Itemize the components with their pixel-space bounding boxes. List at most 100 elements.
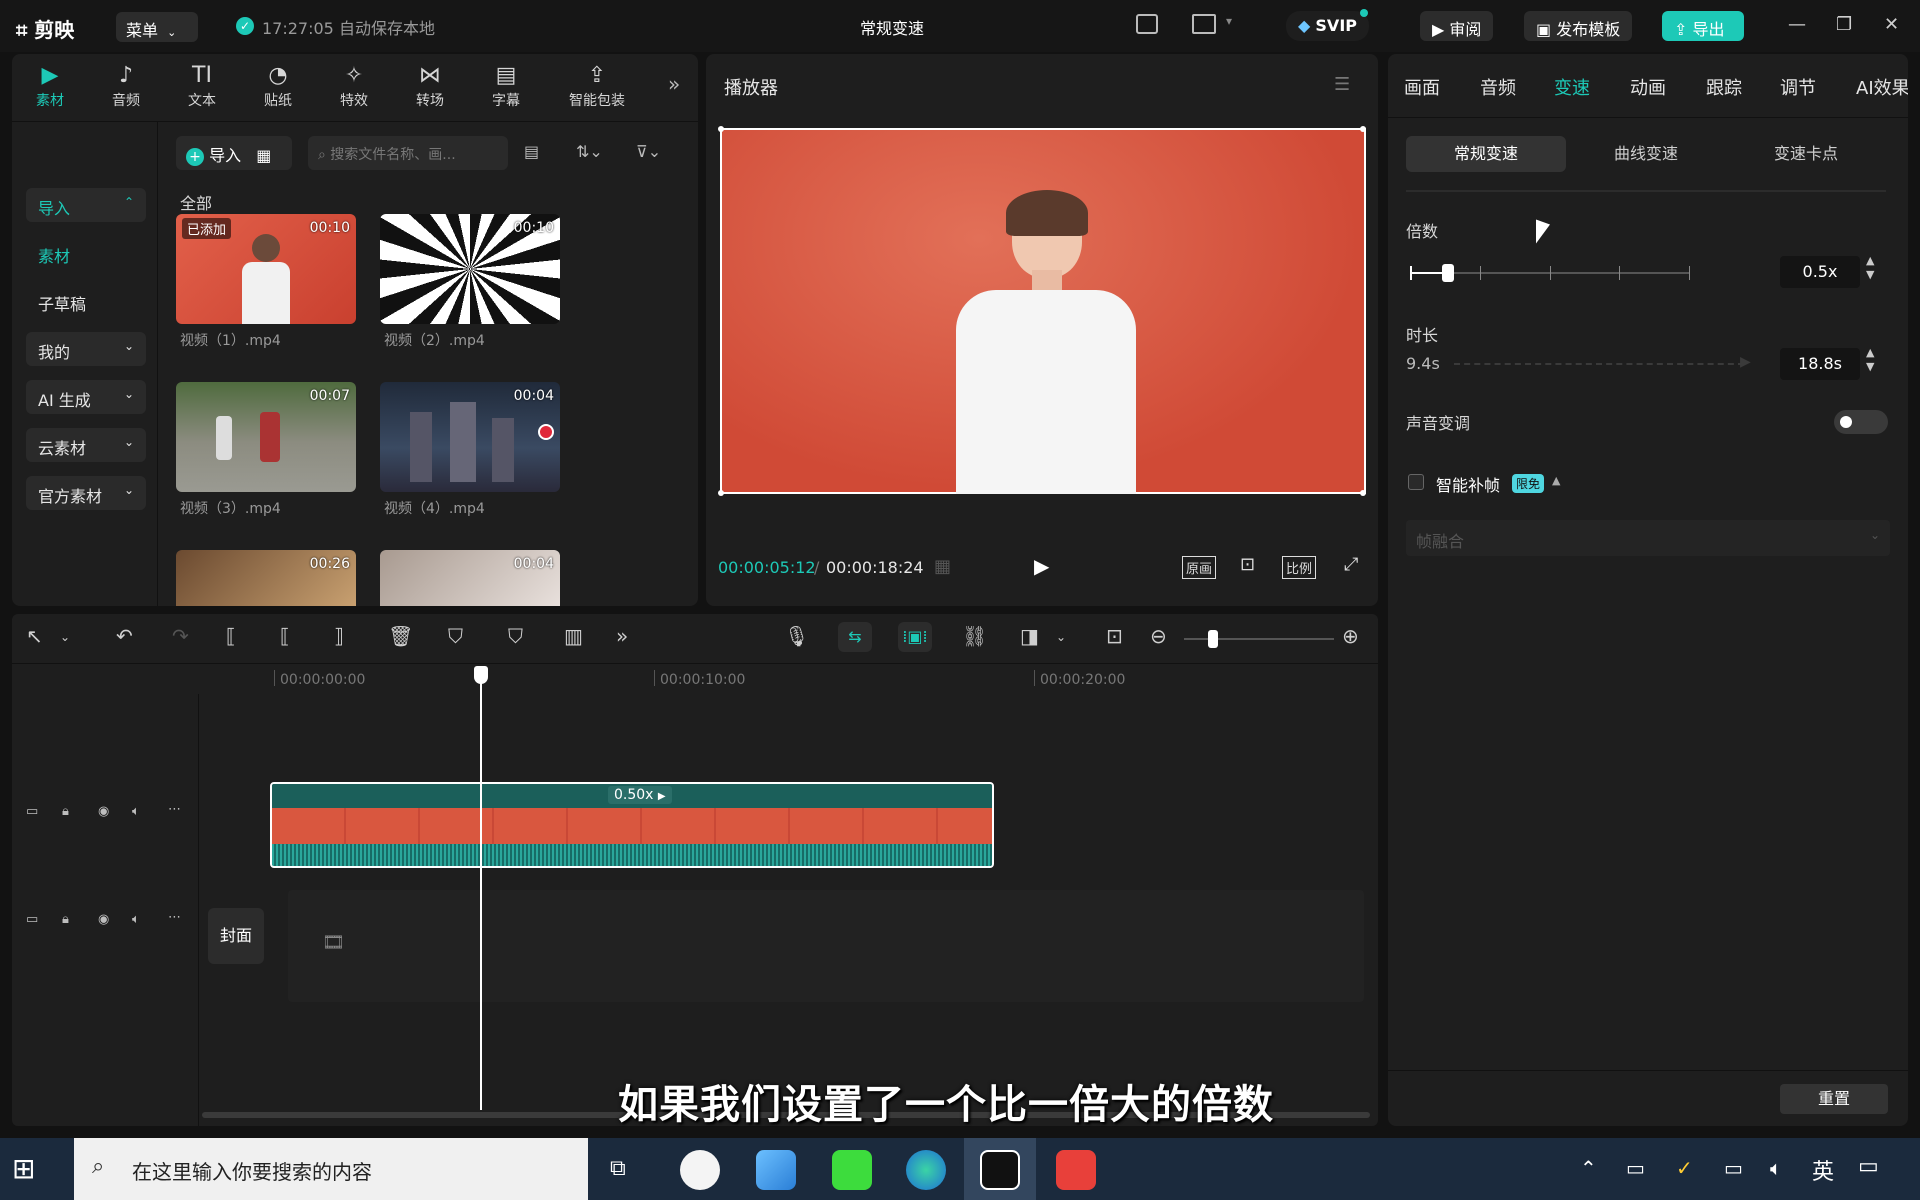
focus-icon[interactable]: ⊡ [1240,554,1255,575]
svip-button[interactable]: ◆ SVIP [1286,11,1369,41]
hamburger-menu-icon[interactable]: ☰ [1334,74,1350,95]
speaker-icon[interactable]: 🔈︎ [132,912,140,927]
app-icon-recorder[interactable] [1056,1150,1096,1190]
lock-icon[interactable]: 🔒︎ [62,804,69,819]
close-icon[interactable]: ✕ [1884,14,1899,35]
tab-normal-speed[interactable]: 常规变速 [1406,136,1566,172]
battery-icon[interactable]: ▭ [1724,1156,1743,1180]
app-icon-pycharm[interactable] [832,1150,872,1190]
app-icon-files[interactable] [756,1150,796,1190]
tab-tracking[interactable]: 跟踪 [1706,74,1742,100]
tab-smart-pack[interactable]: ⇪ 智能包装 [552,62,642,116]
stepper-icon[interactable]: ▲ ▼ [1866,254,1874,282]
tab-effects[interactable]: ✧ 特效 [324,62,384,116]
smart-frame-checkbox[interactable] [1408,474,1424,490]
split-right-icon[interactable]: ⟧ [334,624,344,648]
delete-icon[interactable]: 🗑 [388,624,413,648]
auto-align-icon[interactable]: ⁞▣⁞ [898,622,932,652]
play-icon[interactable]: ▶ [1034,554,1049,578]
network-icon[interactable]: ▭ [1626,1156,1645,1180]
multiplier-slider[interactable] [1410,264,1690,282]
more-options-icon[interactable]: ⋯ [168,910,181,925]
tab-ai-effects[interactable]: AI效果 [1856,74,1908,100]
media-item-4[interactable]: 00:04 [380,382,560,492]
split-left-icon[interactable]: ⟦ [280,624,290,648]
tab-subtitle[interactable]: ▤ 字幕 [476,62,536,116]
more-tabs-icon[interactable]: » [668,72,680,96]
more-tools-icon[interactable]: » [616,624,628,648]
tab-speed[interactable]: 变速 [1554,74,1590,100]
shortcut-keyboard-icon[interactable] [1136,14,1158,34]
chevron-down-icon[interactable]: ⌄ [1056,630,1066,644]
reset-button[interactable]: 重置 [1780,1084,1888,1114]
timecode-grid-icon[interactable]: ▦ [934,556,951,577]
filter-icon[interactable]: ⊽⌄ [636,142,661,161]
media-item-1[interactable]: 已添加 00:10 [176,214,356,324]
speaker-icon[interactable]: 🔈︎ [132,804,140,819]
empty-track[interactable]: 🎞︎ [288,890,1364,1002]
chevron-up-icon[interactable]: ▲ [1552,474,1560,487]
freeze-frame-icon[interactable]: ▥ [564,624,583,648]
tab-adjust[interactable]: 调节 [1780,74,1816,100]
tab-audio[interactable]: 音频 [1480,74,1516,100]
select-cursor-icon[interactable]: ↖ [26,624,43,648]
restore-icon[interactable]: ❐ [1836,14,1852,35]
link-icon[interactable]: ⛓ [962,624,987,648]
volume-icon[interactable]: 🔈︎ [1770,1156,1782,1180]
sidebar-item-sub-draft[interactable]: 子草稿 [26,284,146,318]
sidebar-item-ai-generate[interactable]: AI 生成 ⌄ [26,380,146,414]
cover-button[interactable]: 封面 [208,908,264,964]
split-preview-icon[interactable]: ◨ [1020,624,1039,648]
playhead-handle[interactable] [474,666,488,684]
media-item-6[interactable]: 00:04 [380,550,560,606]
video-preview[interactable] [720,128,1366,494]
time-ruler[interactable]: 00:00:00:00 00:00:10:00 00:00:20:00 [274,670,1374,690]
crop-handle[interactable] [1360,126,1366,132]
ime-indicator[interactable]: 英 [1812,1154,1834,1186]
duration-value-input[interactable]: 18.8s [1780,348,1860,380]
view-mode-icon[interactable]: ▤ [524,142,539,161]
sidebar-item-media[interactable]: 素材 [26,236,146,270]
tab-transition[interactable]: ⋈ 转场 [400,62,460,116]
app-icon-game[interactable] [680,1150,720,1190]
zoom-slider[interactable] [1184,630,1334,648]
stepper-icon[interactable]: ▲ ▼ [1866,346,1874,374]
media-item-3[interactable]: 00:07 [176,382,356,492]
taskbar-search[interactable]: ⌕ 在这里输入你要搜索的内容 [74,1138,588,1200]
undo-icon[interactable]: ↶ [116,624,133,648]
sidebar-item-cloud[interactable]: 云素材 ⌄ [26,428,146,462]
multiplier-slider-knob[interactable] [1442,264,1454,282]
lock-icon[interactable]: 🔒︎ [62,912,69,927]
sort-icon[interactable]: ⇅⌄ [576,142,603,161]
minimize-icon[interactable]: — [1788,14,1806,35]
zoom-out-icon[interactable]: ⊖ [1150,624,1167,648]
tab-curve-speed[interactable]: 曲线变速 [1566,136,1726,172]
security-check-icon[interactable]: ✓ [1676,1156,1693,1180]
microphone-icon[interactable]: 🎙 [784,624,809,648]
tab-media[interactable]: ▶ 素材 [20,62,80,116]
export-button[interactable]: ⇪ 导出 [1662,11,1744,41]
sidebar-item-import[interactable]: 导入 ⌃ [26,188,146,222]
tab-animation[interactable]: 动画 [1630,74,1666,100]
marker-shield-icon[interactable]: ⛉ [448,624,463,648]
playhead[interactable] [480,666,482,1110]
multiplier-value-input[interactable]: 0.5x [1780,256,1860,288]
eye-icon[interactable]: ◉ [98,912,109,927]
media-item-2[interactable]: 00:10 [380,214,560,324]
tab-sticker[interactable]: ◔ 贴纸 [248,62,308,116]
media-item-5[interactable]: 00:26 [176,550,356,606]
more-options-icon[interactable]: ⋯ [168,802,181,817]
app-icon-capcut[interactable] [980,1150,1020,1190]
chevron-down-icon[interactable]: ▾ [1226,14,1232,28]
chevron-down-icon[interactable]: ⌄ [60,630,70,644]
zoom-in-icon[interactable]: ⊕ [1342,624,1359,648]
frame-blend-select[interactable]: 帧融合 ⌄ [1406,520,1890,556]
tab-audio[interactable]: ♪ 音频 [96,62,156,116]
review-button[interactable]: ▶ 审阅 [1420,11,1494,41]
split-icon[interactable]: ⟦ [226,624,236,648]
tray-chevron-up-icon[interactable]: ⌃ [1580,1156,1597,1180]
eye-icon[interactable]: ◉ [98,804,109,819]
tab-beat-speed[interactable]: 变速卡点 [1726,136,1886,172]
notification-center-icon[interactable]: ▭ [1858,1154,1879,1179]
preview-axis-icon[interactable]: ⊡ [1106,624,1123,648]
